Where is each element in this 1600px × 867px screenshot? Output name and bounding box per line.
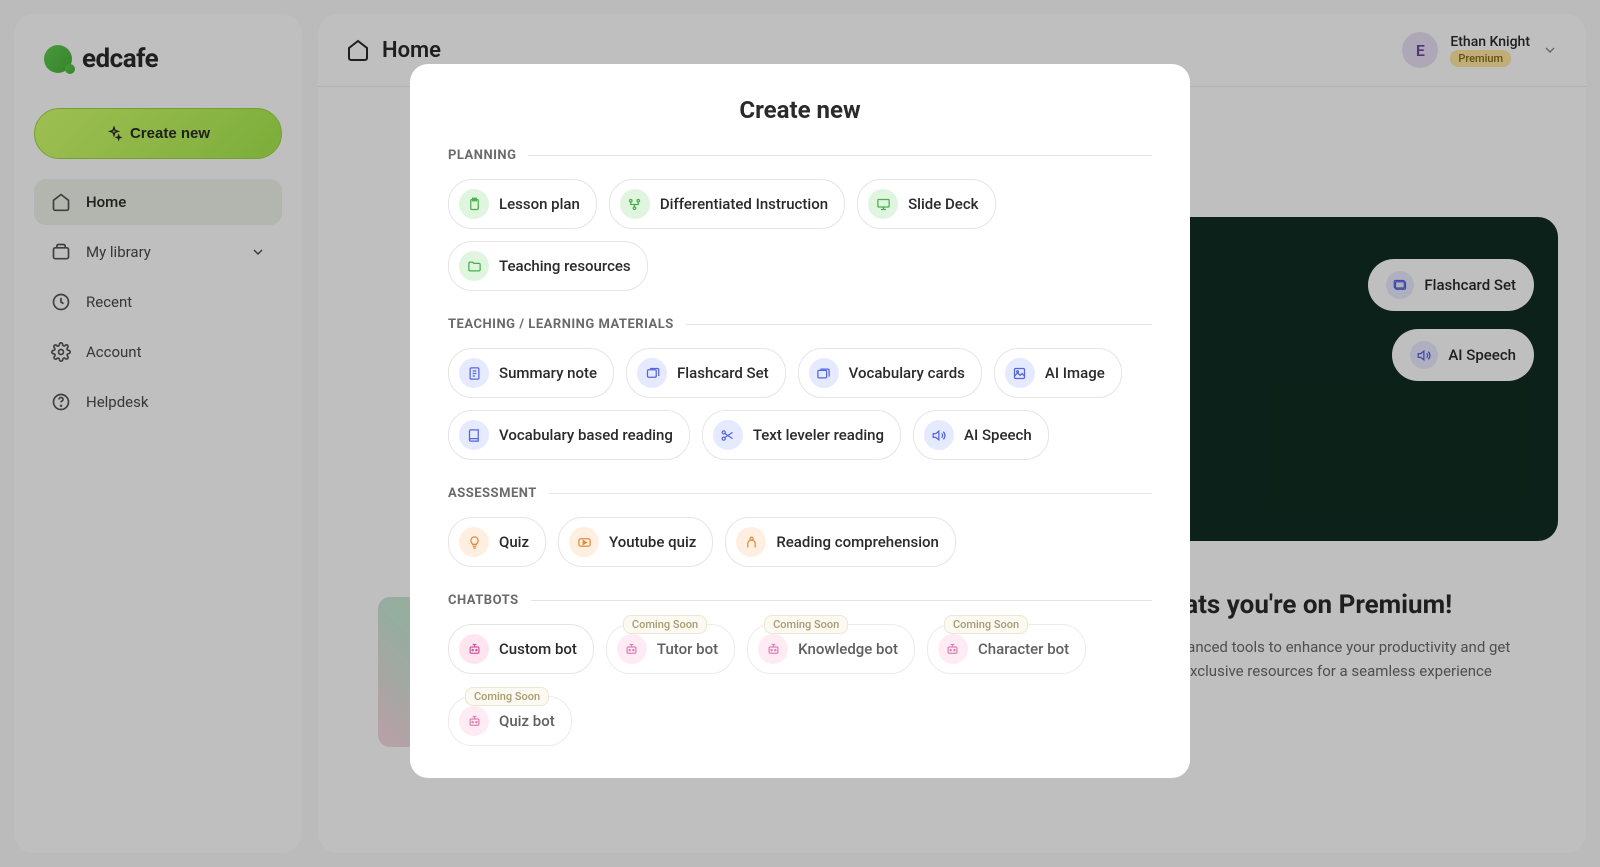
chip-label: Tutor bot bbox=[657, 640, 718, 658]
chip-teaching-resources[interactable]: Teaching resources bbox=[448, 241, 648, 291]
chip-label: Teaching resources bbox=[499, 257, 631, 275]
chip-lesson-plan[interactable]: Lesson plan bbox=[448, 179, 597, 229]
section-teaching: TEACHING / LEARNING MATERIALS Summary no… bbox=[448, 317, 1152, 460]
robot-icon bbox=[459, 634, 489, 664]
modal-title: Create new bbox=[448, 96, 1152, 124]
chip-ai-image[interactable]: AI Image bbox=[994, 348, 1122, 398]
chip-quiz[interactable]: Quiz bbox=[448, 517, 546, 567]
chip-label: Summary note bbox=[499, 364, 597, 382]
modal-overlay[interactable]: Create new PLANNING Lesson plan Differen… bbox=[0, 0, 1600, 867]
youtube-icon bbox=[569, 527, 599, 557]
chip-label: Slide Deck bbox=[908, 195, 978, 213]
notes-icon bbox=[459, 358, 489, 388]
chip-label: AI Image bbox=[1045, 364, 1105, 382]
chip-ai-speech[interactable]: AI Speech bbox=[913, 410, 1049, 460]
cards-stack-icon bbox=[809, 358, 839, 388]
divider bbox=[549, 493, 1152, 494]
chip-label: Lesson plan bbox=[499, 195, 580, 213]
divider bbox=[528, 155, 1152, 156]
chip-label: Vocabulary based reading bbox=[499, 426, 673, 444]
chip-youtube-quiz[interactable]: Youtube quiz bbox=[558, 517, 713, 567]
presentation-icon bbox=[868, 189, 898, 219]
cards-icon bbox=[637, 358, 667, 388]
robot-icon bbox=[459, 706, 489, 736]
robot-icon bbox=[758, 634, 788, 664]
chip-label: Knowledge bot bbox=[798, 640, 898, 658]
chip-text-leveler[interactable]: Text leveler reading bbox=[702, 410, 901, 460]
scissors-icon bbox=[713, 420, 743, 450]
section-title: PLANNING bbox=[448, 148, 516, 163]
chip-label: Reading comprehension bbox=[776, 533, 939, 551]
folder-icon bbox=[459, 251, 489, 281]
speaker-icon bbox=[924, 420, 954, 450]
coming-soon-badge: Coming Soon bbox=[465, 687, 549, 706]
chip-label: Character bot bbox=[978, 640, 1069, 658]
chip-summary-note[interactable]: Summary note bbox=[448, 348, 614, 398]
robot-icon bbox=[938, 634, 968, 664]
coming-soon-badge: Coming Soon bbox=[623, 615, 707, 634]
chip-label: Youtube quiz bbox=[609, 533, 696, 551]
divider bbox=[531, 600, 1152, 601]
chip-differentiated-instruction[interactable]: Differentiated Instruction bbox=[609, 179, 845, 229]
chip-label: Flashcard Set bbox=[677, 364, 769, 382]
section-planning: PLANNING Lesson plan Differentiated Inst… bbox=[448, 148, 1152, 291]
chip-flashcard-set[interactable]: Flashcard Set bbox=[626, 348, 786, 398]
section-chatbots: CHATBOTS Custom bot Coming Soon Tutor bo… bbox=[448, 593, 1152, 746]
image-icon bbox=[1005, 358, 1035, 388]
chip-custom-bot[interactable]: Custom bot bbox=[448, 624, 594, 674]
chip-character-bot: Coming Soon Character bot bbox=[927, 624, 1086, 674]
chip-label: AI Speech bbox=[964, 426, 1032, 444]
coming-soon-badge: Coming Soon bbox=[944, 615, 1028, 634]
chip-reading-comprehension[interactable]: Reading comprehension bbox=[725, 517, 956, 567]
chip-vocabulary-cards[interactable]: Vocabulary cards bbox=[798, 348, 982, 398]
lightbulb-icon bbox=[459, 527, 489, 557]
chip-label: Vocabulary cards bbox=[849, 364, 965, 382]
section-title: ASSESSMENT bbox=[448, 486, 537, 501]
divider bbox=[686, 324, 1152, 325]
robot-icon bbox=[617, 634, 647, 664]
section-title: TEACHING / LEARNING MATERIALS bbox=[448, 317, 674, 332]
clipboard-icon bbox=[459, 189, 489, 219]
chip-quiz-bot: Coming Soon Quiz bot bbox=[448, 696, 572, 746]
section-title: CHATBOTS bbox=[448, 593, 519, 608]
chip-label: Quiz bot bbox=[499, 712, 555, 730]
section-assessment: ASSESSMENT Quiz Youtube quiz Reading com… bbox=[448, 486, 1152, 567]
chip-label: Custom bot bbox=[499, 640, 577, 658]
chip-label: Differentiated Instruction bbox=[660, 195, 828, 213]
chip-vocab-reading[interactable]: Vocabulary based reading bbox=[448, 410, 690, 460]
chip-knowledge-bot: Coming Soon Knowledge bot bbox=[747, 624, 915, 674]
branches-icon bbox=[620, 189, 650, 219]
chip-label: Text leveler reading bbox=[753, 426, 884, 444]
chip-tutor-bot: Coming Soon Tutor bot bbox=[606, 624, 735, 674]
create-new-modal: Create new PLANNING Lesson plan Differen… bbox=[410, 64, 1190, 778]
book-icon bbox=[459, 420, 489, 450]
chip-slide-deck[interactable]: Slide Deck bbox=[857, 179, 995, 229]
chip-label: Quiz bbox=[499, 533, 529, 551]
coming-soon-badge: Coming Soon bbox=[764, 615, 848, 634]
person-book-icon bbox=[736, 527, 766, 557]
